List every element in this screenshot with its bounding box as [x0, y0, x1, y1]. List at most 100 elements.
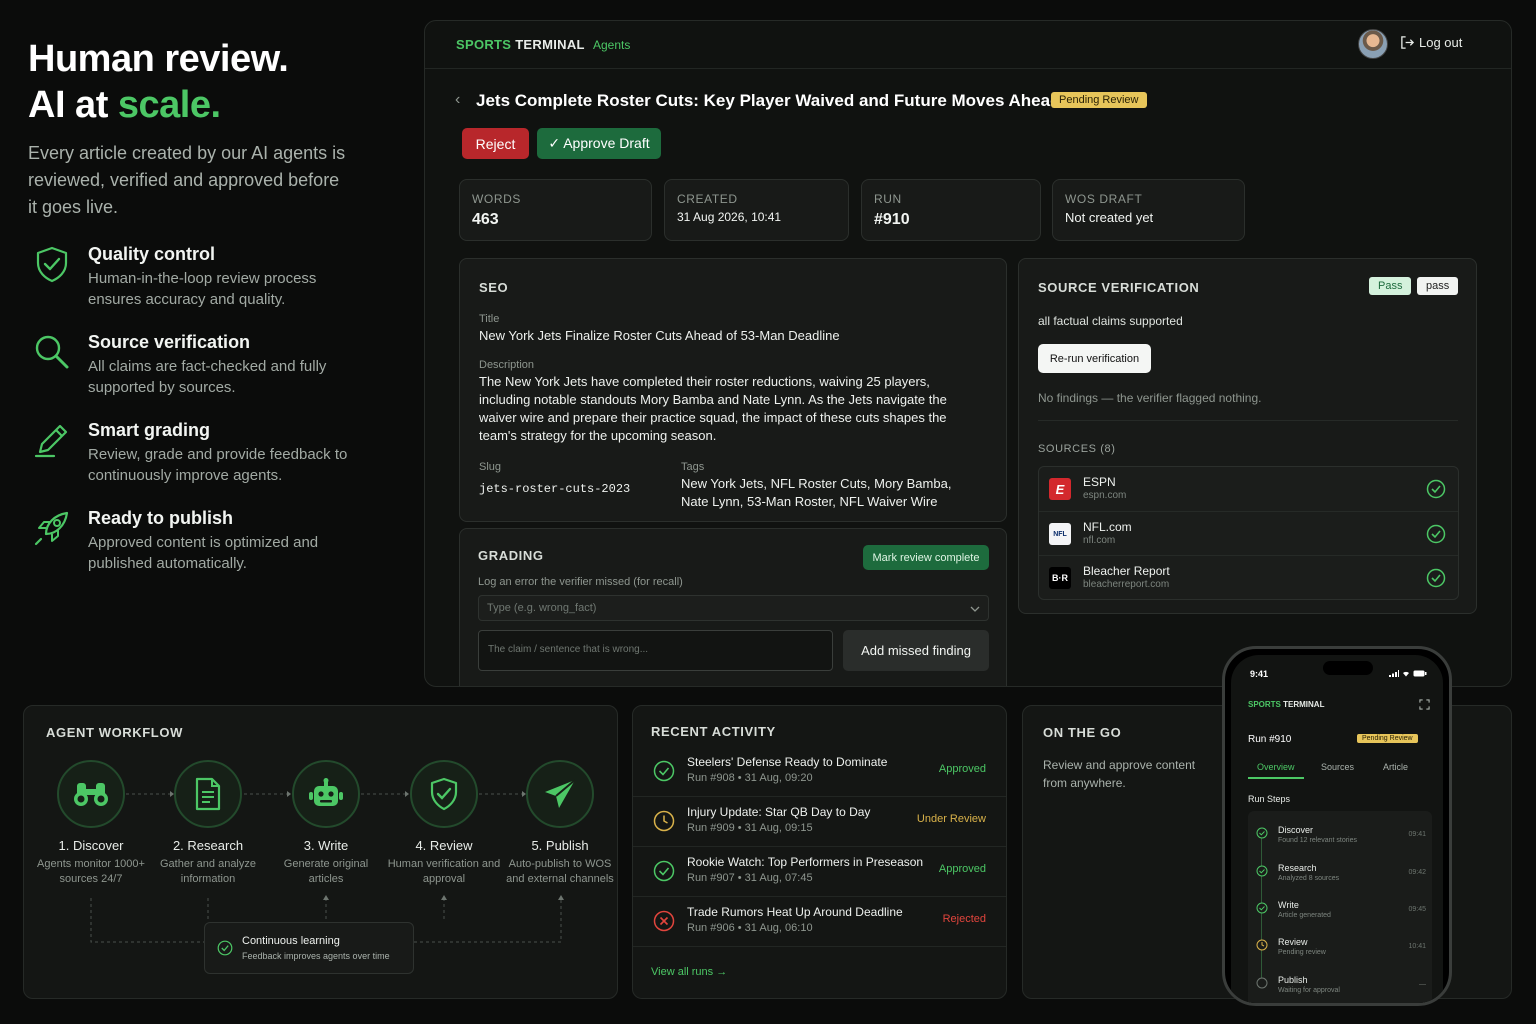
agent-workflow-panel: AGENT WORKFLOW 1. Discover Agents monito… [23, 705, 618, 999]
view-all-runs-link[interactable]: View all runs → [651, 966, 727, 978]
bleacher-report-logo-icon: B·R [1049, 567, 1071, 589]
feature-title: Source verification [88, 332, 251, 352]
check-circle-icon [1426, 568, 1446, 588]
source-domain: nfl.com [1083, 535, 1116, 546]
stat-label: WOS DRAFT [1065, 192, 1143, 206]
phone-tab-overview[interactable]: Overview [1257, 762, 1295, 772]
activity-status: Under Review [916, 813, 986, 825]
phone-steps-heading: Run Steps [1248, 794, 1291, 804]
seo-heading: SEO [479, 280, 509, 295]
workflow-step-circle [292, 760, 360, 828]
feature-desc: Review, grade and provide feedback to co… [88, 446, 348, 484]
search-icon [35, 335, 69, 369]
expand-icon[interactable] [1419, 699, 1430, 710]
source-row-bleacher-report[interactable]: B·R Bleacher Report bleacherreport.com [1039, 555, 1458, 599]
wifi-icon [1403, 671, 1409, 677]
source-domain: bleacherreport.com [1083, 579, 1170, 590]
error-type-select[interactable]: Type (e.g. wrong_fact) [478, 595, 989, 621]
phone-step: Publish Waiting for approval — [1248, 971, 1430, 1003]
recent-activity-panel: RECENT ACTIVITY Steelers' Defense Ready … [632, 705, 1007, 999]
hero-title: Human review. AI at scale. [28, 36, 289, 128]
onthego-desc: Review and approve content from anywhere… [1043, 758, 1196, 790]
workflow-step-circle [526, 760, 594, 828]
learning-title: Continuous learning [242, 935, 340, 947]
mark-review-complete-button[interactable]: Mark review complete [863, 545, 989, 570]
rerun-verification-button[interactable]: Re-run verification [1038, 344, 1151, 373]
nav-agents-link[interactable]: Agents [593, 38, 630, 52]
seo-description: The New York Jets have completed their r… [479, 374, 947, 443]
seo-tags: New York Jets, NFL Roster Cuts, Mory Bam… [681, 476, 952, 509]
phone-step: Discover Found 12 relevant stories 09:41 [1248, 821, 1430, 857]
back-chevron-icon[interactable]: ‹ [455, 91, 460, 109]
reject-button[interactable]: Reject [462, 128, 529, 159]
battery-icon [1413, 670, 1427, 677]
phone-step-sub: Waiting for approval [1278, 987, 1340, 994]
feature-desc: All claims are fact-checked and fully su… [88, 358, 327, 396]
source-name: NFL.com [1083, 520, 1132, 534]
phone-step-name: Write [1278, 900, 1299, 910]
seo-panel: SEO Title New York Jets Finalize Roster … [459, 258, 1007, 522]
source-verification-panel: SOURCE VERIFICATION Pass pass all factua… [1018, 258, 1477, 614]
phone-status-badge: Pending Review [1357, 734, 1418, 743]
learning-desc: Feedback improves agents over time [242, 951, 390, 961]
phone-steps-list: Discover Found 12 relevant stories 09:41… [1248, 811, 1432, 1003]
check-circle-icon [217, 940, 233, 956]
clock-icon [1256, 939, 1268, 951]
avatar[interactable] [1358, 29, 1388, 59]
phone-step-sub: Analyzed 8 sources [1278, 875, 1340, 882]
feature-title: Smart grading [88, 420, 211, 440]
top-nav: SPORTS TERMINAL Agents Log out [425, 21, 1511, 69]
workflow-step-name: 5. Publish [531, 838, 589, 853]
brand-terminal: TERMINAL [515, 37, 585, 52]
stat-value: 463 [472, 211, 499, 228]
phone-step-name: Research [1278, 863, 1317, 873]
stat-value: Not created yet [1065, 210, 1154, 225]
chevron-down-icon [970, 606, 980, 612]
signal-icon [1389, 670, 1399, 677]
check-circle-icon [1256, 865, 1268, 877]
phone-tab-sources[interactable]: Sources [1321, 762, 1354, 772]
sources-list: E ESPN espn.com NFL NFL.com nfl.com B·R … [1038, 466, 1459, 600]
phone-step-name: Publish [1278, 975, 1308, 985]
brand-sports: SPORTS [456, 37, 512, 52]
phone-step-sub: Found 12 relevant stories [1278, 837, 1357, 844]
add-missed-finding-button[interactable]: Add missed finding [843, 630, 989, 671]
activity-status: Approved [938, 863, 986, 875]
phone-tab-article[interactable]: Article [1383, 762, 1408, 772]
activity-row[interactable]: Steelers' Defense Ready to Dominate Run … [633, 747, 1006, 797]
activity-row[interactable]: Rookie Watch: Top Performers in Preseaso… [633, 847, 1006, 897]
status-badge: Pending Review [1051, 92, 1147, 108]
phone-run-title: Run #910 [1248, 734, 1292, 745]
feature-desc: Human-in-the-loop review process ensures… [88, 270, 317, 308]
article-title: Jets Complete Roster Cuts: Key Player Wa… [476, 91, 1061, 110]
claim-input[interactable]: The claim / sentence that is wrong... [478, 630, 833, 671]
shield-check-icon [36, 246, 68, 283]
source-row-espn[interactable]: E ESPN espn.com [1039, 467, 1458, 511]
feature-desc: Approved content is optimized and publis… [88, 534, 319, 572]
workflow-step-desc: Auto-publish to WOS and external channel… [506, 858, 614, 885]
activity-row[interactable]: Trade Rumors Heat Up Around Deadline Run… [633, 897, 1006, 947]
terminal-window: SPORTS TERMINAL Agents Log out ‹ Jets Co… [424, 20, 1512, 687]
robot-icon [309, 778, 343, 806]
workflow-step-name: 1. Discover [58, 838, 124, 853]
check-circle-icon [653, 760, 675, 782]
feature-source-verification: Source verification All claims are fact-… [32, 332, 352, 402]
logout-button[interactable]: Log out [1400, 35, 1462, 50]
workflow-step-desc: Gather and analyze information [159, 858, 256, 885]
brand-logo[interactable]: SPORTS TERMINAL [456, 37, 585, 52]
phone-tab-indicator [1248, 777, 1304, 779]
activity-row[interactable]: Injury Update: Star QB Day to Day Run #9… [633, 797, 1006, 847]
activity-status: Approved [938, 763, 986, 775]
stat-run: RUN #910 [861, 179, 1041, 241]
phone-brand-sports: SPORTS [1248, 700, 1281, 709]
source-row-nfl[interactable]: NFL NFL.com nfl.com [1039, 511, 1458, 555]
phone-step-time: 09:42 [1408, 869, 1426, 876]
activity-heading: RECENT ACTIVITY [651, 724, 776, 739]
logout-label: Log out [1419, 35, 1463, 50]
grading-log-label: Log an error the verifier missed (for re… [478, 576, 683, 588]
workflow-step-discover: 1. Discover Agents monitor 1000+ sources… [31, 760, 151, 887]
workflow-step-desc: Generate original articles [283, 858, 369, 885]
stat-label: WORDS [472, 192, 521, 206]
phone-step-name: Discover [1278, 825, 1314, 835]
approve-draft-button[interactable]: ✓ Approve Draft [537, 128, 661, 159]
